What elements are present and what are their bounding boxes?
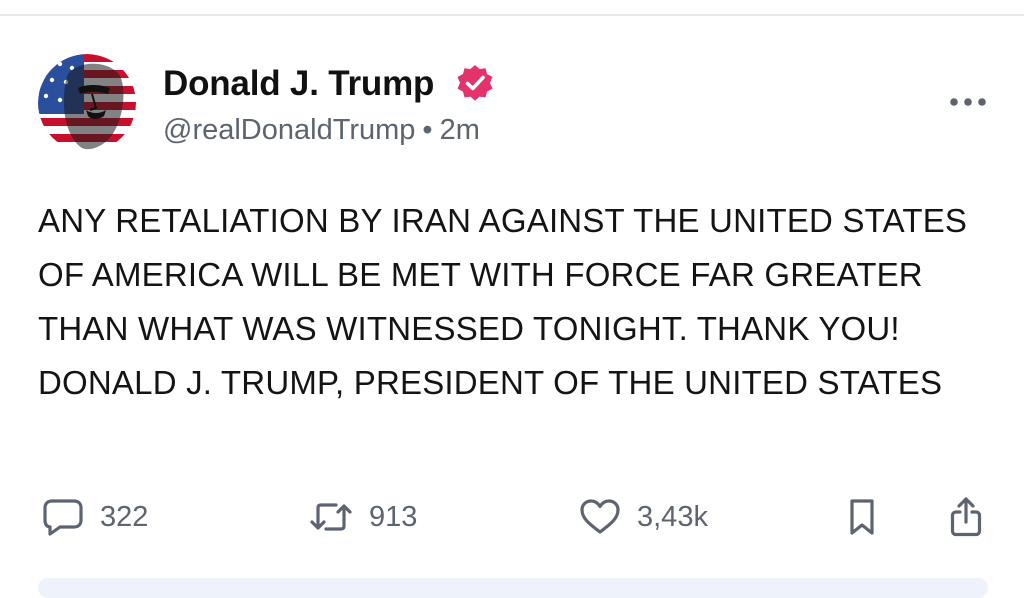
avatar-image: [38, 54, 136, 152]
like-button[interactable]: 3,43k: [579, 496, 708, 538]
post-text: ANY RETALIATION BY IRAN AGAINST THE UNIT…: [38, 202, 977, 401]
speech-bubble-icon: [43, 499, 83, 536]
bookmark-icon: [850, 499, 874, 535]
author-display-name[interactable]: Donald J. Trump: [163, 64, 434, 104]
reply-count: 322: [100, 500, 149, 533]
next-card-edge: [38, 578, 988, 598]
top-divider: [0, 14, 1024, 16]
heart-icon: [580, 499, 620, 534]
verified-badge-icon: [455, 63, 495, 103]
share-button[interactable]: [948, 496, 984, 538]
meta-separator: •: [422, 114, 433, 146]
share-icon: [950, 497, 982, 537]
more-options-button[interactable]: [948, 96, 988, 108]
reply-button[interactable]: 322: [42, 496, 148, 538]
author-handle[interactable]: @realDonaldTrump: [163, 114, 415, 146]
repost-count: 913: [369, 500, 418, 533]
like-count: 3,43k: [637, 500, 708, 533]
bookmark-button[interactable]: [845, 496, 879, 538]
repost-icon: [310, 503, 352, 531]
ellipsis-icon: [950, 98, 986, 106]
author-avatar[interactable]: [38, 54, 136, 152]
post-timestamp[interactable]: 2m: [440, 114, 480, 146]
author-meta: @realDonaldTrump • 2m: [163, 114, 480, 147]
repost-button[interactable]: 913: [309, 496, 417, 538]
